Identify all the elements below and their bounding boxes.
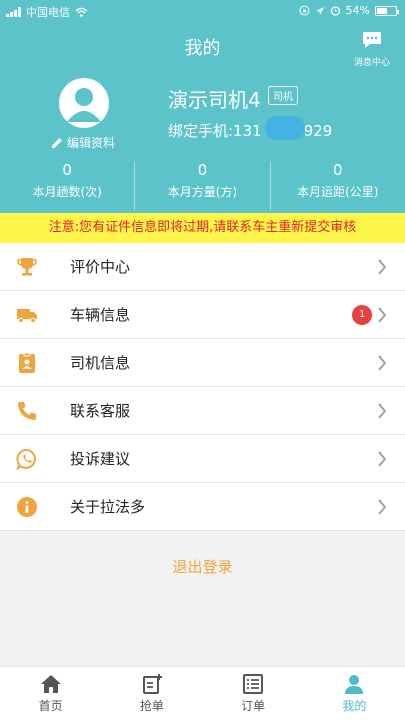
tab-label: 我的: [342, 699, 367, 713]
status-bar: 中国电信 54%: [0, 0, 405, 22]
trophy-icon: [17, 258, 37, 276]
bottom-tab-bar: 首页 抢单 订单 我的: [0, 666, 405, 720]
signal-icon: [6, 7, 21, 17]
menu-item-driver-info[interactable]: 司机信息: [0, 339, 405, 387]
menu-item-contact-service[interactable]: 联系客服: [0, 387, 405, 435]
message-center-button[interactable]: 消息中心: [347, 30, 397, 68]
location-arrow-icon: [315, 6, 324, 15]
menu-item-label: 司机信息: [70, 354, 131, 372]
tab-home[interactable]: 首页: [0, 667, 101, 720]
monthly-stats: 0 本月趟数(次) 0 本月方量(方) 0 本月运距(公里): [0, 161, 405, 211]
chevron-right-icon: [378, 451, 387, 467]
expiry-notice[interactable]: 注意:您有证件信息即将过期,请联系车主重新提交审核: [0, 213, 405, 243]
phone-prefix: 绑定手机:131: [168, 122, 262, 140]
edit-profile-button[interactable]: 编辑资料: [50, 134, 115, 151]
menu-list: 评价中心 车辆信息 1 司机信息 联系客服 投诉建议 关于拉法多: [0, 243, 405, 531]
profile-header: 中国电信 54% 我的 消息中心 编辑资料 演示司机4 司机 绑定手机:131 9…: [0, 0, 405, 213]
driver-name: 演示司机4: [168, 88, 261, 112]
whatsapp-chat-icon: [16, 449, 36, 470]
page-title: 我的: [184, 38, 221, 59]
wifi-icon: [75, 7, 88, 17]
bound-phone: 绑定手机:131 929: [168, 120, 332, 141]
truck-icon: [17, 309, 37, 324]
battery-percent: 54%: [345, 4, 370, 17]
message-center-label: 消息中心: [353, 58, 390, 68]
info-icon: [17, 497, 37, 517]
logout-button[interactable]: 退出登录: [0, 556, 405, 577]
chevron-right-icon: [378, 307, 387, 323]
tab-label: 抢单: [139, 699, 164, 713]
order-list-icon: [243, 674, 264, 694]
home-icon: [40, 675, 61, 693]
lock-rotation-icon: [299, 5, 310, 16]
menu-item-label: 车辆信息: [70, 306, 131, 324]
pencil-icon: [52, 137, 62, 148]
tab-mine[interactable]: 我的: [304, 667, 405, 720]
menu-item-rating-center[interactable]: 评价中心: [0, 243, 405, 291]
avatar[interactable]: [59, 78, 109, 128]
phone-suffix: 929: [303, 122, 333, 140]
menu-item-label: 联系客服: [70, 402, 131, 420]
chevron-right-icon: [378, 403, 387, 419]
stat-trips: 0 本月趟数(次): [0, 161, 136, 211]
phone-redaction: [265, 116, 305, 140]
menu-item-label: 关于拉法多: [70, 498, 146, 516]
chevron-right-icon: [378, 499, 387, 515]
carrier-name: 中国电信: [26, 6, 70, 19]
user-avatar-icon: [67, 88, 101, 122]
tab-label: 订单: [241, 699, 266, 713]
grab-order-icon: [142, 674, 162, 694]
user-icon: [345, 675, 364, 694]
menu-item-complaints[interactable]: 投诉建议: [0, 435, 405, 483]
role-tag: 司机: [268, 86, 298, 105]
battery-icon: [375, 5, 399, 16]
alarm-icon: [330, 6, 340, 16]
stat-distance: 0 本月运距(公里): [297, 161, 379, 199]
phone-icon: [18, 402, 36, 420]
chevron-right-icon: [378, 259, 387, 275]
edit-profile-label: 编辑资料: [67, 136, 116, 150]
chat-bubble-icon: [363, 32, 381, 48]
menu-item-vehicle-info[interactable]: 车辆信息 1: [0, 291, 405, 339]
stat-volume: 0 本月方量(方): [135, 161, 271, 211]
notification-badge: 1: [352, 305, 372, 325]
menu-item-about[interactable]: 关于拉法多: [0, 483, 405, 531]
tab-label: 首页: [38, 699, 63, 713]
tab-grab-order[interactable]: 抢单: [101, 667, 202, 720]
menu-item-label: 投诉建议: [70, 450, 131, 468]
tab-orders[interactable]: 订单: [203, 667, 304, 720]
chevron-right-icon: [378, 355, 387, 371]
id-card-icon: [19, 352, 35, 373]
menu-item-label: 评价中心: [70, 258, 131, 276]
